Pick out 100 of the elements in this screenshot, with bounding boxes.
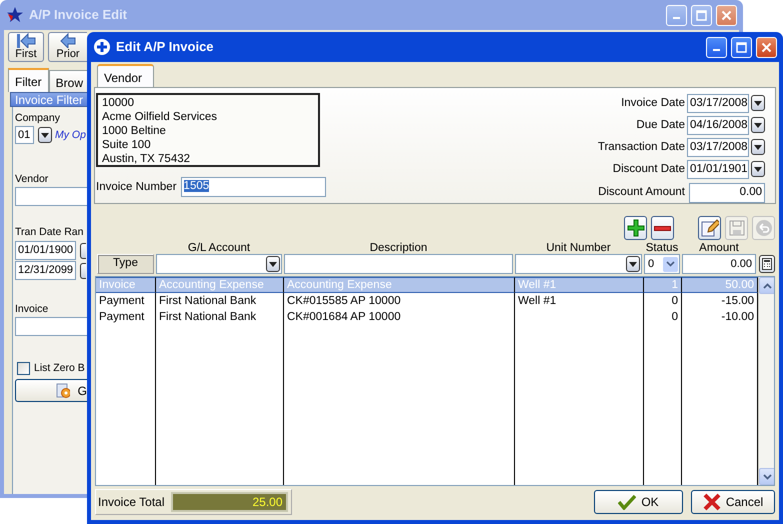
remove-icon — [654, 226, 671, 230]
edit-button[interactable] — [698, 216, 721, 240]
invoice-field[interactable] — [15, 317, 87, 336]
field-label: Due Date — [636, 118, 685, 132]
gl-account-filter[interactable] — [156, 254, 282, 274]
caret-icon — [754, 144, 762, 150]
first-arrow-icon — [16, 33, 36, 48]
dropdown-button[interactable] — [80, 242, 86, 258]
field-label: Transaction Date — [598, 140, 685, 154]
field-label: Company — [15, 112, 61, 125]
table-cell[interactable]: First National Bank — [156, 293, 284, 309]
caret-icon — [41, 132, 49, 138]
company-name: My Op — [55, 128, 86, 142]
field-label: Vendor — [15, 173, 50, 186]
column-header: G/L Account — [188, 242, 250, 254]
first-button[interactable]: First — [8, 32, 44, 62]
date-field[interactable]: 12/31/2099 — [15, 261, 76, 280]
left-arrow-icon — [59, 33, 77, 48]
column-header: Amount — [699, 242, 739, 254]
table-cell[interactable]: 0 — [644, 309, 682, 325]
add-icon — [626, 219, 644, 237]
caret-icon — [754, 100, 762, 106]
tab[interactable]: Brow — [48, 70, 87, 92]
table-cell[interactable]: CK#015585 AP 10000 — [284, 293, 515, 309]
tab[interactable]: Vendor — [97, 64, 154, 87]
column-header: Status — [646, 242, 678, 254]
column-header: Unit Number — [546, 242, 611, 254]
field-label: Invoice Date — [621, 96, 685, 110]
company-field[interactable]: 01 — [15, 126, 34, 144]
maximize-icon — [736, 42, 747, 52]
ok-button[interactable]: OK — [594, 490, 683, 514]
table-cell[interactable]: CK#001684 AP 10000 — [284, 309, 515, 325]
dropdown-button[interactable] — [751, 117, 765, 133]
dropdown-button[interactable] — [751, 161, 765, 177]
chevron-down-icon — [763, 474, 772, 480]
window-title: Edit A/P Invoice — [116, 38, 214, 56]
minimize-button[interactable] — [706, 36, 727, 58]
table-cell[interactable]: Well #1 — [515, 293, 644, 309]
column-header: Description — [370, 242, 428, 254]
dropdown-button[interactable] — [751, 95, 765, 111]
table-cell[interactable]: First National Bank — [156, 309, 284, 325]
dropdown-button[interactable] — [38, 127, 52, 143]
field-label: Invoice Number — [96, 180, 177, 194]
calculator-drawing — [762, 258, 772, 270]
check-icon — [618, 494, 636, 510]
maximize-icon — [696, 10, 707, 20]
total-label: Invoice Total — [98, 496, 164, 508]
calculator-icon[interactable] — [759, 255, 775, 273]
go-button[interactable]: G — [15, 379, 87, 402]
dropdown-button[interactable] — [266, 256, 280, 272]
field-label: Discount Amount — [598, 186, 685, 198]
maximize-button[interactable] — [731, 36, 752, 58]
checkbox[interactable] — [17, 362, 30, 375]
vendor-field[interactable] — [15, 187, 87, 206]
scroll-down-button[interactable] — [759, 468, 774, 485]
undo-icon — [754, 219, 772, 237]
date-field[interactable]: 03/17/2008 — [687, 138, 749, 156]
date-field[interactable]: 04/16/2008 — [687, 116, 749, 134]
tab[interactable]: Filter — [8, 68, 49, 92]
plus-icon — [93, 38, 111, 56]
total-field: 25.00 — [170, 492, 288, 512]
cancel-button[interactable]: Cancel — [691, 490, 775, 514]
add-button[interactable] — [624, 216, 647, 240]
close-icon — [702, 493, 721, 511]
minimize-icon — [713, 49, 720, 51]
amount-filter[interactable]: 0.00 — [682, 254, 756, 274]
invoice-number-field[interactable]: 1505 — [180, 177, 326, 197]
caret-icon — [629, 262, 637, 266]
edit-icon — [700, 219, 718, 237]
caret-icon — [269, 262, 277, 266]
close-button[interactable] — [756, 36, 777, 58]
amount-field[interactable]: 0.00 — [689, 182, 765, 202]
close-icon — [761, 42, 772, 52]
star-icon — [6, 6, 24, 24]
type-button[interactable]: Type — [97, 254, 154, 274]
close-icon — [721, 10, 732, 20]
table-cell[interactable]: Payment — [96, 309, 156, 325]
chevron-up-icon — [763, 282, 772, 288]
section-header: Invoice Filter — [10, 92, 87, 107]
date-field[interactable]: 01/01/1901 — [687, 160, 749, 178]
field-label: Invoice — [15, 303, 50, 316]
caret-icon — [754, 122, 762, 128]
date-field[interactable]: 01/01/1900 — [15, 241, 76, 260]
window-title: A/P Invoice Edit — [29, 6, 128, 24]
field-label: Discount Date — [612, 162, 685, 176]
unit-number-filter[interactable] — [515, 254, 642, 274]
prior-button[interactable]: Prior — [48, 32, 87, 62]
vendor-address: 10000 Acme Oilfield Services 1000 Beltine Suite 100 Austin, TX 75432 — [96, 93, 320, 167]
date-field[interactable]: 03/17/2008 — [687, 94, 749, 112]
save-icon — [728, 220, 744, 236]
scroll-up-button[interactable] — [759, 277, 774, 294]
minimize-icon — [673, 17, 680, 19]
dropdown-button[interactable] — [751, 139, 765, 155]
dropdown-button[interactable] — [80, 262, 86, 278]
chevron-down-icon — [666, 261, 675, 267]
table-cell[interactable]: Payment — [96, 293, 156, 309]
dropdown-button[interactable] — [626, 256, 640, 272]
table-cell[interactable]: 0 — [644, 293, 682, 309]
status-select[interactable]: 0 — [644, 254, 680, 274]
remove-button[interactable] — [651, 216, 674, 240]
